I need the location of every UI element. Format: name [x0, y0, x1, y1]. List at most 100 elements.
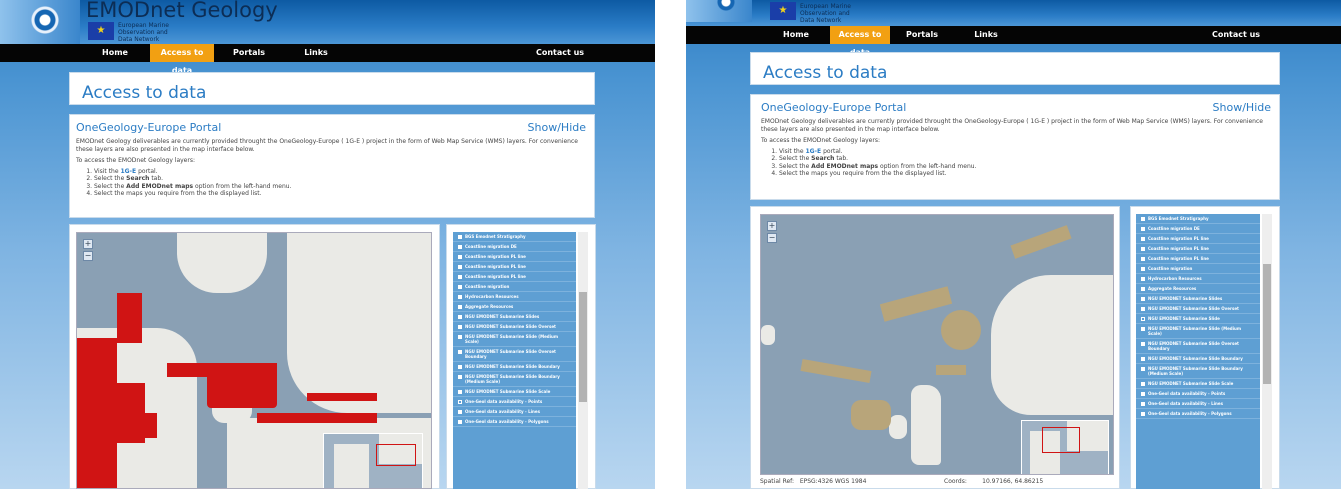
- layer-item[interactable]: NGU EMODNET Submarine Slide Boundary: [453, 362, 576, 372]
- layer-item[interactable]: NGU EMODNET Submarine Slides: [453, 312, 576, 322]
- layer-checkbox[interactable]: [458, 410, 462, 414]
- layer-checkbox[interactable]: [458, 365, 462, 369]
- layer-checkbox[interactable]: [1141, 217, 1145, 221]
- layer-checkbox[interactable]: [1141, 342, 1145, 346]
- nav-contact-us[interactable]: Contact us: [1206, 26, 1266, 44]
- layer-item[interactable]: BGS Emodnet Stratigraphy: [1136, 214, 1260, 224]
- layer-checkbox[interactable]: [458, 305, 462, 309]
- nav-home[interactable]: Home: [92, 44, 138, 62]
- layer-item[interactable]: NGU EMODNET Submarine Slide Overset: [1136, 304, 1260, 314]
- overview-map[interactable]: [323, 433, 423, 488]
- nav-links[interactable]: Links: [966, 26, 1006, 44]
- layer-item[interactable]: Coastline migration PL line: [1136, 234, 1260, 244]
- emodnet-logo[interactable]: [0, 0, 80, 44]
- map-viewport[interactable]: + −: [760, 214, 1114, 475]
- zoom-in-button[interactable]: +: [83, 239, 93, 249]
- emodnet-logo[interactable]: [686, 0, 752, 22]
- nav-portals[interactable]: Portals: [900, 26, 944, 44]
- nav-home[interactable]: Home: [774, 26, 818, 44]
- layer-item[interactable]: Hydrocarbon Resources: [1136, 274, 1260, 284]
- layer-item[interactable]: Coastline migration DE: [1136, 224, 1260, 234]
- layer-checkbox[interactable]: [1141, 327, 1145, 331]
- layer-item[interactable]: Coastline migration DE: [453, 242, 576, 252]
- layer-checkbox[interactable]: [1141, 227, 1145, 231]
- layer-checkbox[interactable]: [1141, 357, 1145, 361]
- layer-item[interactable]: One-Geol data availability - Points: [1136, 389, 1260, 399]
- layer-checkbox[interactable]: [458, 285, 462, 289]
- layer-item[interactable]: NGU EMODNET Submarine Slide Boundary (Me…: [453, 372, 576, 387]
- layer-item[interactable]: NGU EMODNET Submarine Slide Overset Boun…: [453, 347, 576, 362]
- layer-checkbox[interactable]: [1141, 382, 1145, 386]
- layer-checkbox[interactable]: [458, 265, 462, 269]
- layer-checkbox[interactable]: [1141, 237, 1145, 241]
- layer-item[interactable]: NGU EMODNET Submarine Slide (Medium Scal…: [1136, 324, 1260, 339]
- 1ge-link[interactable]: 1G-E: [805, 148, 821, 155]
- show-hide-toggle[interactable]: Show/Hide: [1213, 101, 1271, 114]
- scroll-thumb[interactable]: [579, 292, 587, 402]
- nav-access-to-data[interactable]: Access to data: [830, 26, 890, 57]
- layer-checkbox[interactable]: [1141, 392, 1145, 396]
- layer-item[interactable]: NGU EMODNET Submarine Slides: [1136, 294, 1260, 304]
- nav-portals[interactable]: Portals: [226, 44, 272, 62]
- nav-access-to-data[interactable]: Access to data: [150, 44, 214, 75]
- layer-checkbox[interactable]: [458, 315, 462, 319]
- layer-item[interactable]: NGU EMODNET Submarine Slide Boundary: [1136, 354, 1260, 364]
- layer-checkbox[interactable]: [458, 295, 462, 299]
- layer-item[interactable]: NGU EMODNET Submarine Slide Overset Boun…: [1136, 339, 1260, 354]
- zoom-out-button[interactable]: −: [767, 233, 777, 243]
- layer-item[interactable]: NGU EMODNET Submarine Slide Overset: [453, 322, 576, 332]
- layer-checkbox[interactable]: [1141, 277, 1145, 281]
- layer-item[interactable]: BGS Emodnet Stratigraphy: [453, 232, 576, 242]
- layer-checkbox[interactable]: [458, 375, 462, 379]
- layer-item[interactable]: One-Geol data availability - Polygons: [453, 417, 576, 427]
- layer-list-scrollbar[interactable]: [1262, 214, 1272, 489]
- layer-item[interactable]: Coastline migration PL line: [453, 272, 576, 282]
- layer-checkbox[interactable]: [458, 255, 462, 259]
- layer-item[interactable]: One-Geol data availability - Polygons: [1136, 409, 1260, 419]
- layer-checkbox[interactable]: [458, 390, 462, 394]
- layer-item[interactable]: Coastline migration: [453, 282, 576, 292]
- layer-checkbox[interactable]: [1141, 307, 1145, 311]
- layer-item[interactable]: NGU EMODNET Submarine Slide: [1136, 314, 1260, 324]
- layer-item[interactable]: Coastline migration PL line: [453, 262, 576, 272]
- layer-item[interactable]: NGU EMODNET Submarine Slide Scale: [1136, 379, 1260, 389]
- overview-extent-box[interactable]: [376, 444, 416, 466]
- overview-map[interactable]: [1021, 420, 1109, 474]
- layer-item[interactable]: Coastline migration PL line: [453, 252, 576, 262]
- layer-item[interactable]: One-Geol data availability - Points: [453, 397, 576, 407]
- layer-checkbox[interactable]: [458, 325, 462, 329]
- zoom-in-button[interactable]: +: [767, 221, 777, 231]
- layer-checkbox[interactable]: [458, 400, 462, 404]
- layer-item[interactable]: NGU EMODNET Submarine Slide Scale: [453, 387, 576, 397]
- 1ge-link[interactable]: 1G-E: [120, 168, 136, 175]
- layer-item[interactable]: One-Geol data availability - Lines: [453, 407, 576, 417]
- layer-checkbox[interactable]: [1141, 257, 1145, 261]
- layer-item[interactable]: Aggregate Resources: [453, 302, 576, 312]
- nav-links[interactable]: Links: [296, 44, 336, 62]
- layer-item[interactable]: Coastline migration PL line: [1136, 244, 1260, 254]
- layer-item[interactable]: Aggregate Resources: [1136, 284, 1260, 294]
- layer-item[interactable]: Hydrocarbon Resources: [453, 292, 576, 302]
- layer-list-scrollbar[interactable]: [578, 232, 588, 489]
- layer-checkbox[interactable]: [1141, 412, 1145, 416]
- layer-checkbox[interactable]: [458, 235, 462, 239]
- map-viewport[interactable]: + −: [76, 232, 432, 489]
- layer-checkbox[interactable]: [1141, 402, 1145, 406]
- show-hide-toggle[interactable]: Show/Hide: [528, 121, 586, 134]
- layer-checkbox[interactable]: [1141, 297, 1145, 301]
- nav-contact-us[interactable]: Contact us: [530, 44, 590, 62]
- layer-checkbox[interactable]: [1141, 287, 1145, 291]
- layer-checkbox[interactable]: [1141, 317, 1145, 321]
- layer-item[interactable]: NGU EMODNET Submarine Slide Boundary (Me…: [1136, 364, 1260, 379]
- layer-item[interactable]: Coastline migration PL line: [1136, 254, 1260, 264]
- overview-extent-box[interactable]: [1042, 427, 1080, 453]
- layer-checkbox[interactable]: [1141, 267, 1145, 271]
- scroll-thumb[interactable]: [1263, 264, 1271, 384]
- layer-checkbox[interactable]: [1141, 247, 1145, 251]
- layer-checkbox[interactable]: [458, 335, 462, 339]
- layer-checkbox[interactable]: [458, 245, 462, 249]
- layer-checkbox[interactable]: [1141, 367, 1145, 371]
- zoom-out-button[interactable]: −: [83, 251, 93, 261]
- layer-checkbox[interactable]: [458, 420, 462, 424]
- layer-item[interactable]: Coastline migration: [1136, 264, 1260, 274]
